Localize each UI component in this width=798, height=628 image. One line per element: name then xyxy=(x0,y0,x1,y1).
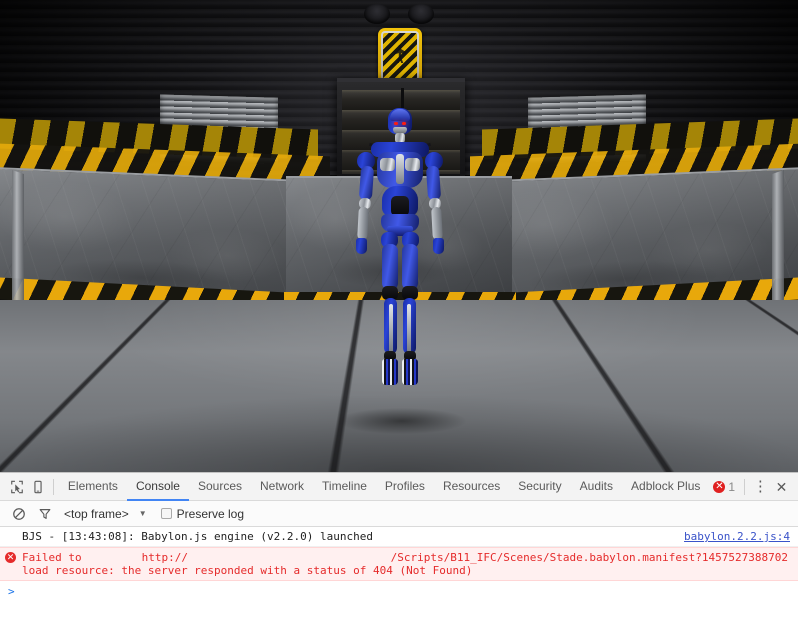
tab-profiles[interactable]: Profiles xyxy=(376,473,434,501)
more-options-icon[interactable]: ⋮ xyxy=(750,474,771,500)
tab-elements[interactable]: Elements xyxy=(59,473,127,501)
error-icon: ✕ xyxy=(5,552,16,563)
corner-post-right xyxy=(772,170,784,314)
tab-audits[interactable]: Audits xyxy=(571,473,622,501)
robot-spine xyxy=(396,154,404,184)
console-prompt[interactable]: > xyxy=(0,581,798,602)
robot-upper-arm-right xyxy=(425,165,442,201)
checkbox-box xyxy=(160,508,172,519)
error-count-badge[interactable]: ✕ 1 xyxy=(709,480,739,494)
preserve-log-checkbox[interactable]: Preserve log xyxy=(160,506,245,521)
console-message-log[interactable]: BJS - [13:43:08]: Babylon.js engine (v2.… xyxy=(0,527,798,547)
console-log-text: BJS - [13:43:08]: Babylon.js engine (v2.… xyxy=(22,530,373,543)
tab-sources[interactable]: Sources xyxy=(189,473,251,501)
devtools-tabbar: Elements Console Sources Network Timelin… xyxy=(0,473,798,501)
tab-network[interactable]: Network xyxy=(251,473,313,501)
devtools-panel: Elements Console Sources Network Timelin… xyxy=(0,472,798,628)
robot-shin-rod-right xyxy=(407,304,411,352)
corner-post-left xyxy=(12,170,24,314)
robot-eye-left xyxy=(394,122,398,125)
robot-eye-right xyxy=(402,122,406,125)
ceiling-vent-icon xyxy=(364,4,390,24)
error-url-scheme: http:// xyxy=(141,551,188,564)
robot-pectoral-left xyxy=(380,158,395,171)
browser-window: Elements Console Sources Network Timelin… xyxy=(0,0,798,628)
babylon-3d-viewport[interactable] xyxy=(0,0,798,472)
device-toolbar-icon[interactable] xyxy=(27,474,48,500)
hazard-sign xyxy=(378,28,422,84)
robot-foot-right xyxy=(402,359,418,385)
robot-upper-arm-left xyxy=(358,165,375,201)
execution-context-selector[interactable]: <top frame> ▼ xyxy=(58,507,151,521)
robot-thigh-right xyxy=(402,244,418,290)
console-error-line-2: load resource: the server responded with… xyxy=(22,564,473,577)
tab-timeline[interactable]: Timeline xyxy=(313,473,376,501)
robot-shin-rod-left xyxy=(389,304,393,352)
ceiling-vent-icon xyxy=(408,4,434,24)
filter-icon[interactable] xyxy=(32,501,58,527)
blue-humanoid-robot[interactable] xyxy=(341,108,459,432)
console-error-line-1: Failed to http:// /Scripts/B11_IFC/Scene… xyxy=(22,551,790,564)
robot-thigh-left xyxy=(382,244,398,290)
execution-context-label: <top frame> xyxy=(64,506,129,521)
tab-resources[interactable]: Resources xyxy=(434,473,509,501)
close-icon[interactable]: ✕ xyxy=(771,474,792,500)
error-count: 1 xyxy=(728,479,736,494)
robot-forearm-left xyxy=(357,206,369,241)
robot-foot-left xyxy=(382,359,398,385)
robot-skull-plate xyxy=(390,109,410,121)
inspect-element-icon[interactable] xyxy=(6,474,27,500)
robot-core xyxy=(391,196,409,216)
robot-hand-left xyxy=(356,238,367,254)
clear-console-icon[interactable] xyxy=(6,501,32,527)
error-url-path: /Scripts/B11_IFC/Scenes/Stade.babylon.ma… xyxy=(390,551,788,564)
robot-hand-right xyxy=(433,238,444,254)
tab-console[interactable]: Console xyxy=(126,473,189,501)
robot-pectoral-right xyxy=(405,158,420,171)
chevron-down-icon: ▼ xyxy=(138,509,147,518)
hazard-bolt-icon xyxy=(394,45,406,64)
toolbar-divider xyxy=(53,478,54,495)
tab-adblock-plus[interactable]: Adblock Plus xyxy=(622,473,709,501)
devtools-tab-list: Elements Console Sources Network Timelin… xyxy=(59,473,709,501)
toolbar-divider xyxy=(744,478,745,495)
console-message-error[interactable]: ✕ Failed to http:// /Scripts/B11_IFC/Sce… xyxy=(0,547,798,581)
tab-security[interactable]: Security xyxy=(509,473,570,501)
error-text-prefix: Failed to xyxy=(22,551,82,564)
console-filter-bar: <top frame> ▼ Preserve log xyxy=(0,501,798,527)
prompt-chevron-icon: > xyxy=(8,585,15,598)
robot-forearm-right xyxy=(431,206,443,241)
preserve-log-label: Preserve log xyxy=(176,506,245,521)
error-icon: ✕ xyxy=(713,480,726,493)
console-message-list[interactable]: BJS - [13:43:08]: Babylon.js engine (v2.… xyxy=(0,527,798,627)
console-source-link[interactable]: babylon.2.2.js:4 xyxy=(684,530,790,543)
